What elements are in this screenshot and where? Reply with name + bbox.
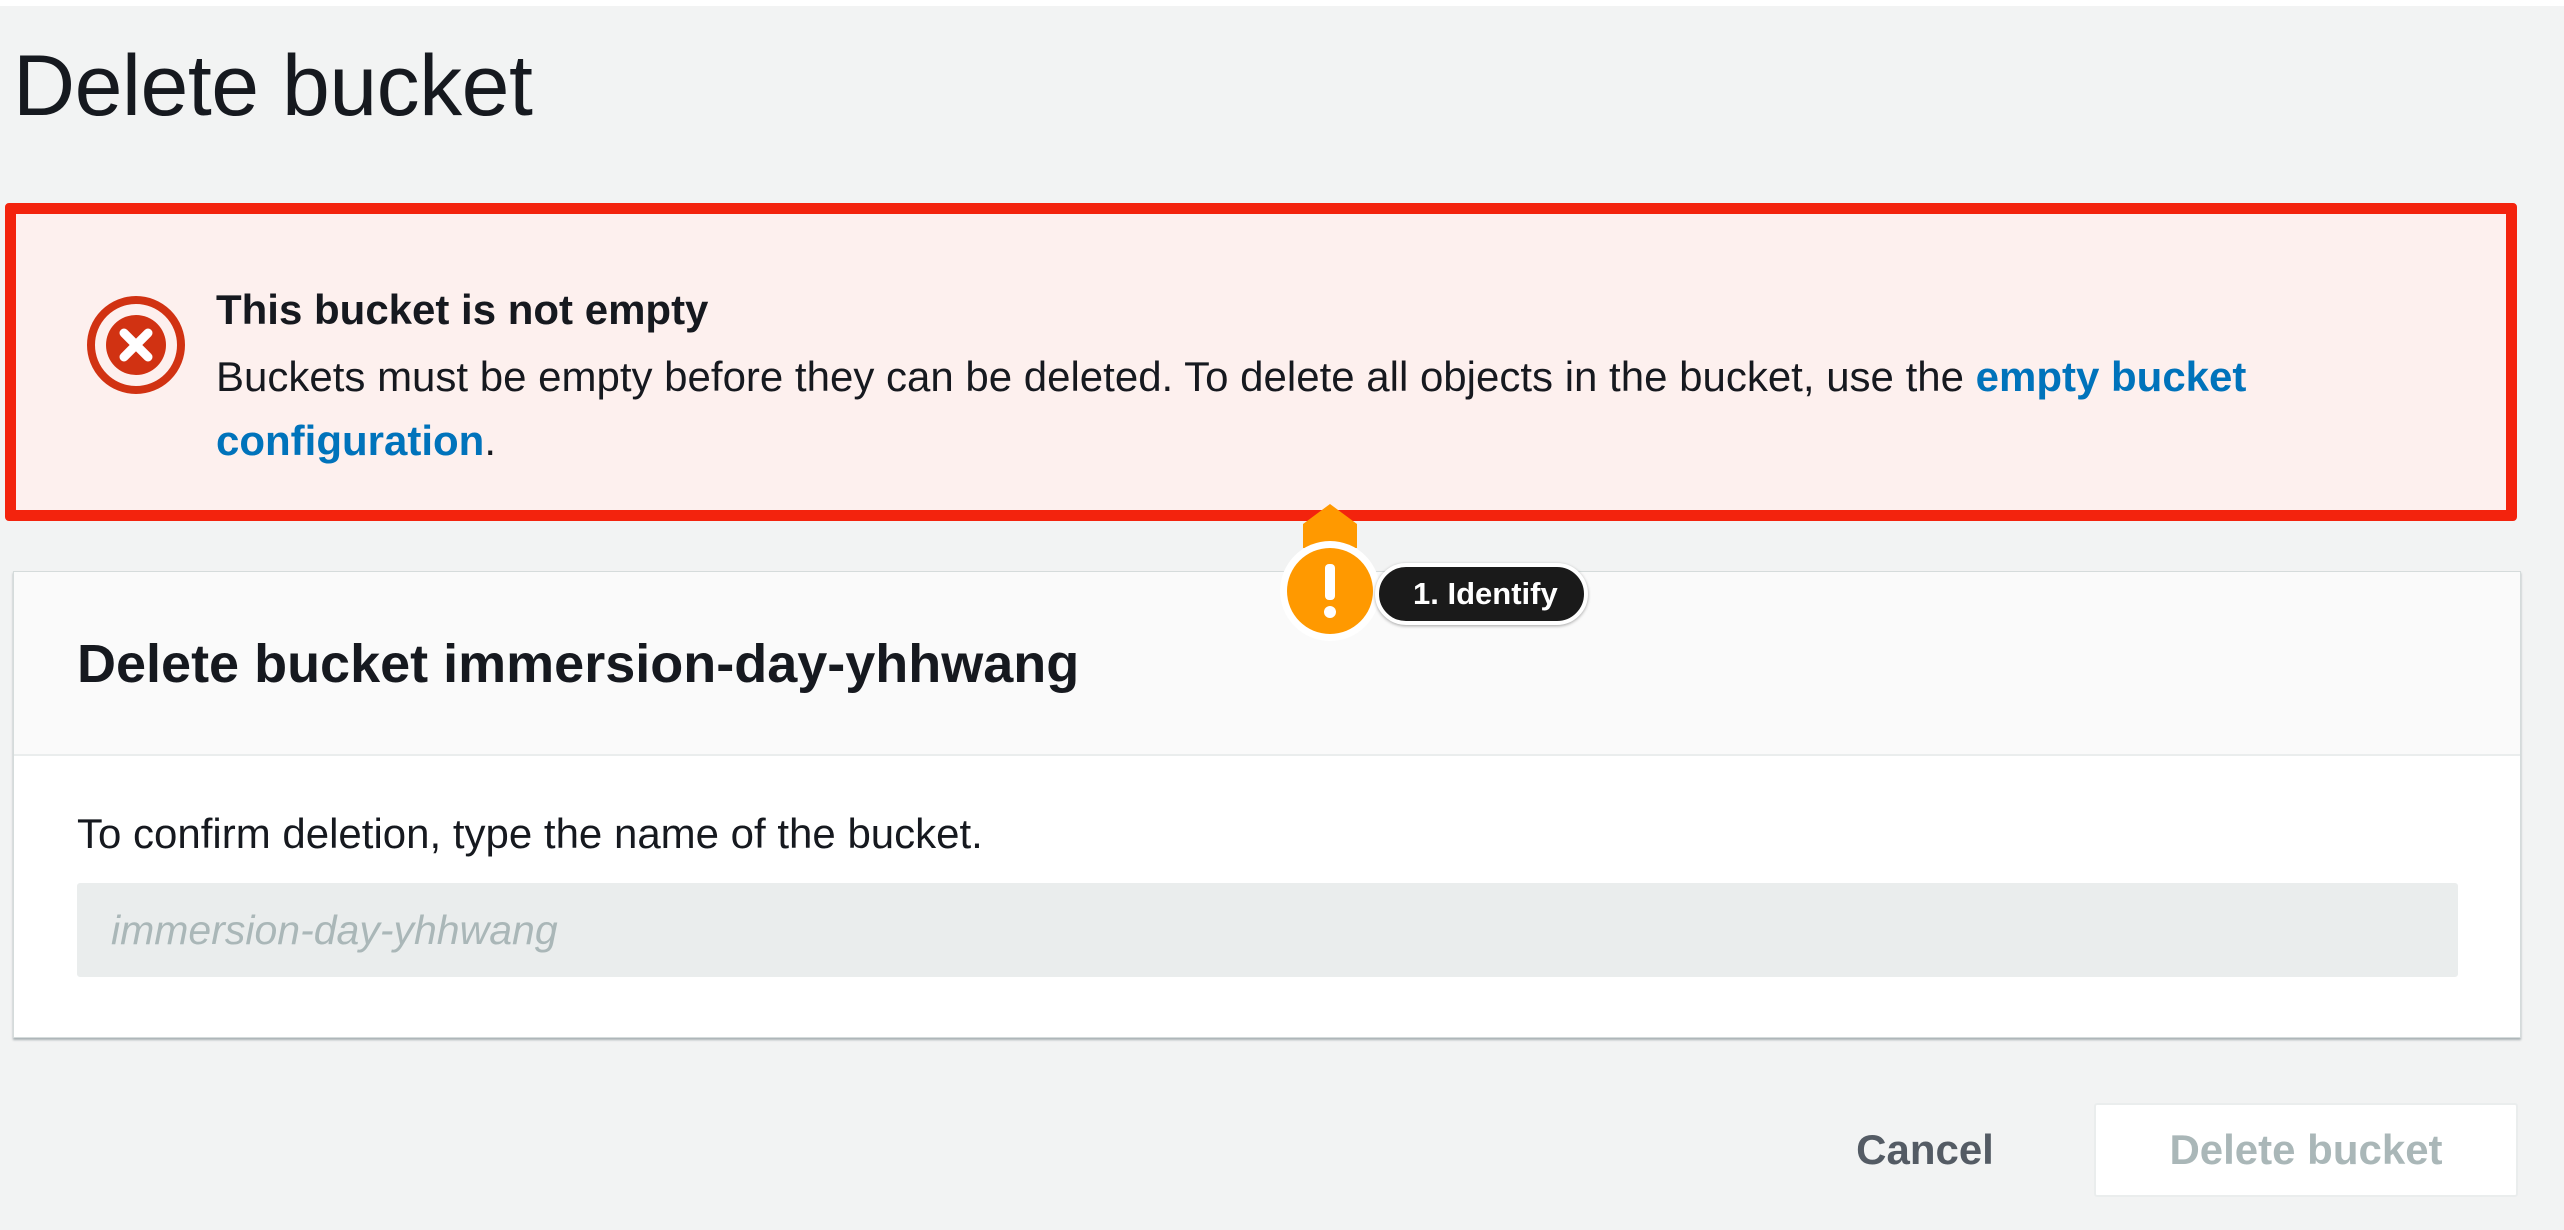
callout-label: 1. Identify — [1375, 563, 1588, 625]
delete-bucket-panel: Delete bucket immersion-day-yhhwang To c… — [13, 571, 2521, 1038]
alert-title: This bucket is not empty — [216, 286, 709, 333]
error-circle-x-icon — [87, 296, 185, 394]
confirm-label: To confirm deletion, type the name of th… — [77, 810, 983, 857]
alert-message-end: . — [484, 417, 496, 464]
page-title: Delete bucket — [13, 38, 533, 134]
callout-marker — [1280, 504, 1380, 641]
alert-message-text: Buckets must be empty before they can be… — [216, 353, 1976, 400]
exclamation-icon — [1324, 564, 1336, 618]
cancel-button[interactable]: Cancel — [1830, 1103, 2020, 1197]
error-alert: This bucket is not empty Buckets must be… — [5, 203, 2517, 521]
delete-bucket-button[interactable]: Delete bucket — [2094, 1103, 2518, 1197]
bucket-name-input[interactable] — [77, 883, 2458, 977]
delete-bucket-page: Delete bucket This bucket is not empty B… — [0, 0, 2564, 1230]
alert-message: Buckets must be empty before they can be… — [216, 345, 2476, 473]
top-strip — [0, 0, 2564, 6]
panel-title: Delete bucket immersion-day-yhhwang — [77, 634, 1080, 694]
panel-header: Delete bucket immersion-day-yhhwang — [14, 572, 2520, 756]
